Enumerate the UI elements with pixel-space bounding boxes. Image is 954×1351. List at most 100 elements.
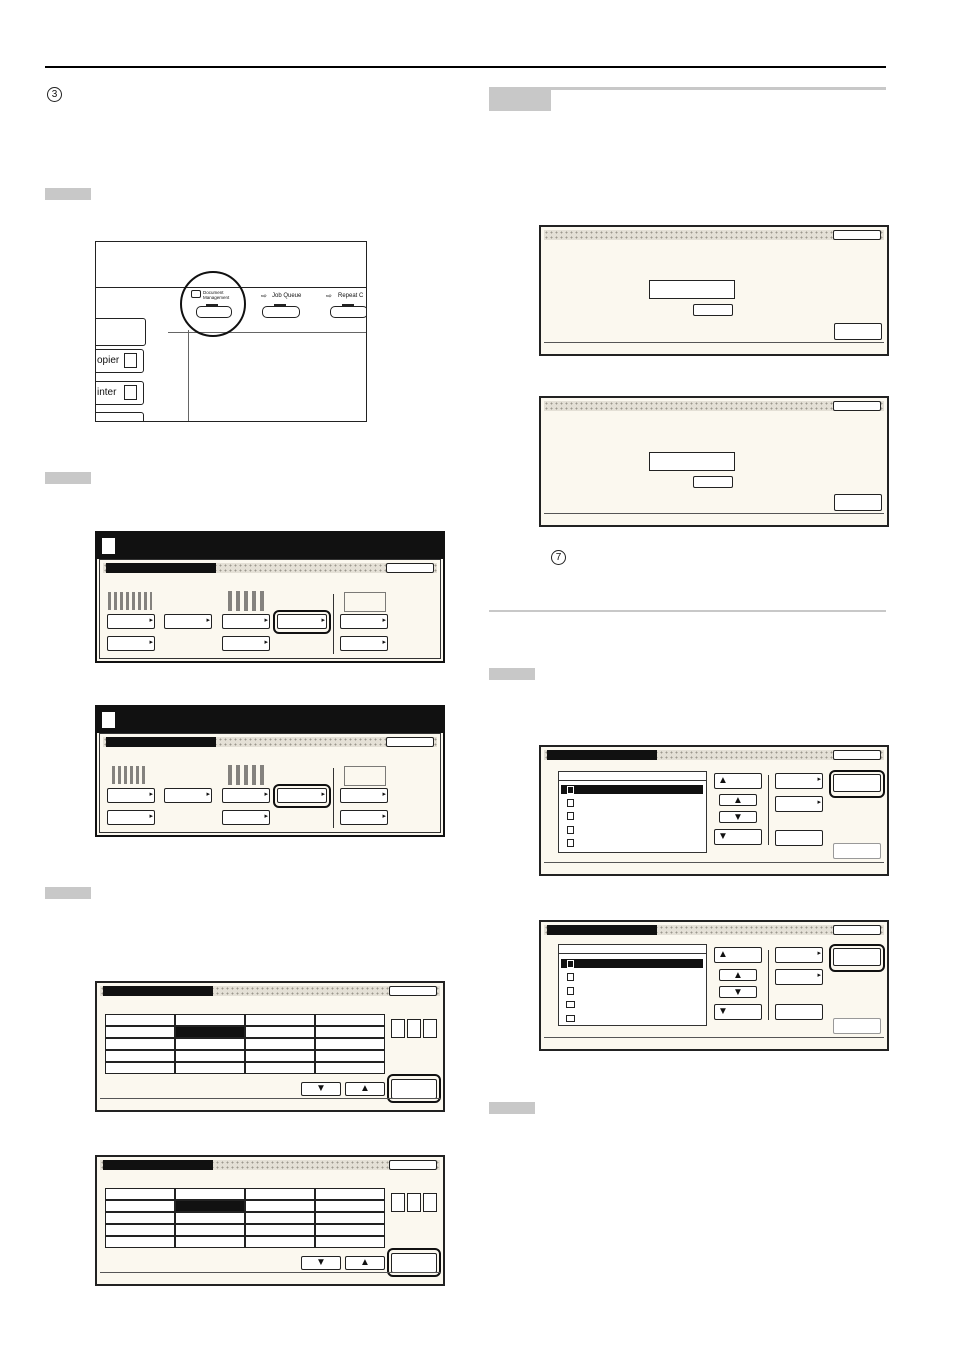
menu-button[interactable] bbox=[340, 636, 388, 651]
option-button[interactable] bbox=[775, 830, 823, 846]
box-cell[interactable] bbox=[245, 1014, 315, 1026]
box-cell-selected[interactable] bbox=[175, 1200, 245, 1212]
box-cell[interactable] bbox=[105, 1014, 175, 1026]
box-cell[interactable] bbox=[315, 1038, 385, 1050]
option-button[interactable] bbox=[775, 947, 823, 963]
scroll-down-button[interactable]: ▼ bbox=[301, 1256, 341, 1270]
menu-button[interactable] bbox=[340, 788, 388, 803]
box-cell[interactable] bbox=[175, 1062, 245, 1074]
box-cell[interactable] bbox=[175, 1224, 245, 1236]
menu-button[interactable] bbox=[164, 614, 212, 629]
enter-button[interactable] bbox=[693, 476, 733, 488]
box-cell[interactable] bbox=[315, 1050, 385, 1062]
box-cell[interactable] bbox=[105, 1050, 175, 1062]
close-button[interactable] bbox=[386, 563, 434, 573]
scroll-up-button[interactable]: ▲ bbox=[345, 1256, 385, 1270]
box-cell[interactable] bbox=[175, 1050, 245, 1062]
option-button[interactable] bbox=[775, 796, 823, 812]
box-cell[interactable] bbox=[315, 1224, 385, 1236]
menu-button[interactable] bbox=[222, 788, 270, 803]
menu-button[interactable] bbox=[107, 810, 155, 825]
box-cell[interactable] bbox=[105, 1062, 175, 1074]
box-cell[interactable] bbox=[315, 1188, 385, 1200]
box-cell[interactable] bbox=[175, 1014, 245, 1026]
menu-button[interactable] bbox=[340, 614, 388, 629]
box-cell[interactable] bbox=[175, 1188, 245, 1200]
menu-button[interactable] bbox=[222, 810, 270, 825]
box-cell[interactable] bbox=[105, 1224, 175, 1236]
menu-button[interactable] bbox=[107, 614, 155, 629]
box-cell[interactable] bbox=[175, 1236, 245, 1248]
close-button[interactable] bbox=[833, 925, 881, 935]
close-button[interactable] bbox=[833, 401, 881, 411]
page-up-button[interactable]: ▲ bbox=[714, 947, 762, 963]
box-cell[interactable] bbox=[315, 1062, 385, 1074]
menu-button[interactable] bbox=[107, 788, 155, 803]
option-button[interactable] bbox=[775, 773, 823, 789]
menu-button[interactable] bbox=[107, 636, 155, 651]
close-button[interactable] bbox=[833, 750, 881, 760]
box-cell[interactable] bbox=[315, 1236, 385, 1248]
copier-key[interactable]: opier bbox=[96, 349, 144, 373]
step-marker-3: 3 bbox=[47, 87, 62, 102]
printer-key[interactable]: inter bbox=[96, 381, 144, 405]
page-down-button[interactable]: ▼ bbox=[714, 1004, 762, 1020]
box-cell[interactable] bbox=[315, 1212, 385, 1224]
box-cell[interactable] bbox=[245, 1050, 315, 1062]
box-cell[interactable] bbox=[175, 1212, 245, 1224]
job-queue-key[interactable] bbox=[262, 306, 300, 318]
box-cell[interactable] bbox=[245, 1212, 315, 1224]
box-cell[interactable] bbox=[245, 1062, 315, 1074]
password-field[interactable] bbox=[649, 280, 735, 299]
list-header bbox=[559, 953, 706, 954]
option-button[interactable] bbox=[775, 1004, 823, 1020]
option-button[interactable] bbox=[775, 969, 823, 985]
box-cell[interactable] bbox=[245, 1026, 315, 1038]
close-button[interactable] bbox=[833, 230, 881, 240]
scroll-up-button[interactable]: ▲ bbox=[345, 1082, 385, 1096]
close-button[interactable] bbox=[386, 737, 434, 747]
box-cell[interactable] bbox=[245, 1224, 315, 1236]
password-field[interactable] bbox=[649, 452, 735, 471]
user-icons bbox=[108, 592, 152, 610]
scanner-key[interactable] bbox=[96, 412, 144, 421]
down-arrow-icon: ▼ bbox=[733, 812, 743, 823]
scroll-down-button[interactable]: ▼ bbox=[719, 811, 757, 823]
menu-button[interactable] bbox=[222, 636, 270, 651]
box-cell[interactable] bbox=[245, 1200, 315, 1212]
box-cell[interactable] bbox=[105, 1038, 175, 1050]
box-cell-selected[interactable] bbox=[175, 1026, 245, 1038]
box-cell[interactable] bbox=[105, 1212, 175, 1224]
scroll-up-button[interactable]: ▲ bbox=[719, 969, 757, 981]
repeat-copy-key[interactable] bbox=[330, 306, 366, 318]
close-button[interactable] bbox=[389, 986, 437, 996]
scroll-down-button[interactable]: ▼ bbox=[301, 1082, 341, 1096]
box-cell[interactable] bbox=[175, 1038, 245, 1050]
enter-button[interactable] bbox=[693, 304, 733, 316]
scroll-up-button[interactable]: ▲ bbox=[719, 794, 757, 806]
page-up-button[interactable]: ▲ bbox=[714, 773, 762, 789]
page-down-button[interactable]: ▼ bbox=[714, 829, 762, 845]
box-cell[interactable] bbox=[105, 1026, 175, 1038]
step-tab bbox=[489, 668, 535, 680]
ok-button[interactable] bbox=[834, 323, 882, 340]
menu-button[interactable] bbox=[340, 810, 388, 825]
box-cell[interactable] bbox=[105, 1236, 175, 1248]
box-cell[interactable] bbox=[245, 1038, 315, 1050]
box-cell[interactable] bbox=[245, 1188, 315, 1200]
ok-button[interactable] bbox=[834, 494, 882, 511]
list-item-selected[interactable] bbox=[561, 959, 703, 968]
box-cell[interactable] bbox=[105, 1200, 175, 1212]
menu-button[interactable] bbox=[222, 614, 270, 629]
box-cell[interactable] bbox=[315, 1014, 385, 1026]
close-button[interactable] bbox=[389, 1160, 437, 1170]
box-cell[interactable] bbox=[245, 1236, 315, 1248]
box-cell[interactable] bbox=[315, 1200, 385, 1212]
list-item-selected[interactable] bbox=[561, 785, 703, 794]
document-management-key[interactable] bbox=[196, 306, 232, 318]
scroll-down-button[interactable]: ▼ bbox=[719, 986, 757, 998]
panel-pointer-line bbox=[188, 330, 189, 421]
menu-button[interactable] bbox=[164, 788, 212, 803]
box-cell[interactable] bbox=[105, 1188, 175, 1200]
box-cell[interactable] bbox=[315, 1026, 385, 1038]
